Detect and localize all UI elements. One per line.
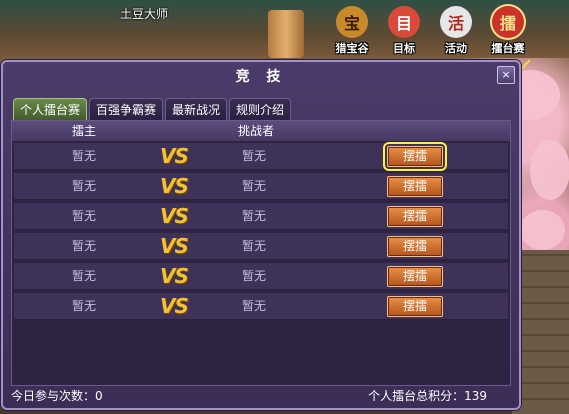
arena-button[interactable]: 擂 擂台赛 [484,4,532,56]
arena-icon: 擂 [492,6,524,38]
set-arena-button[interactable]: 摆擂 [387,206,443,227]
host-name: 暂无 [72,299,97,313]
close-button[interactable]: × [497,66,515,84]
vs-icon: VS [160,264,189,288]
vs-icon: VS [160,204,189,228]
vs-icon: VS [160,234,189,258]
challenger-name: 暂无 [242,299,267,313]
tab-rules[interactable]: 规则介绍 [229,98,292,121]
challenger-name: 暂无 [242,269,267,283]
dialog-title: 竞 技 [235,69,287,85]
set-arena-button[interactable]: 摆擂 [387,296,443,317]
player-name[interactable]: 土豆大师 [120,5,168,22]
daily-participation-count: 今日参与次数：0 [11,389,103,403]
cherry-blossom [530,140,569,200]
challenger-name: 暂无 [242,239,267,253]
target-button[interactable]: 目 目标 [380,4,428,56]
column-host: 擂主 [72,124,97,138]
set-arena-button[interactable]: 摆擂 [387,236,443,257]
challenger-name: 暂无 [242,179,267,193]
treasure-icon: 宝 [336,6,368,38]
host-name: 暂无 [72,239,97,253]
golden-pillar [268,10,304,58]
arena-total-score: 个人擂台总积分：139 [368,389,487,403]
arena-dialog: 竞 技 × 个人擂台赛 百强争霸赛 最新战况 规则介绍 擂主 挑战者 暂无 VS… [1,60,521,410]
treasure-valley-button[interactable]: 宝 猎宝谷 [328,4,376,56]
tab-latest-results[interactable]: 最新战况 [165,98,228,121]
table-header: 擂主 挑战者 [12,121,510,141]
column-challenger: 挑战者 [238,124,275,138]
top-icon-bar: 宝 猎宝谷 目 目标 活 活动 擂 擂台赛 [328,4,532,56]
arena-table: 擂主 挑战者 暂无 VS 暂无 摆擂 暂无 VS 暂无 摆擂 暂无 VS 暂无 … [11,120,511,386]
table-row: 暂无 VS 暂无 摆擂 [14,142,508,171]
table-row: 暂无 VS 暂无 摆擂 [14,263,508,290]
table-row: 暂无 VS 暂无 摆擂 [14,233,508,260]
set-arena-button[interactable]: 摆擂 [383,142,447,171]
cherry-blossom [520,210,565,250]
event-icon: 活 [440,6,472,38]
host-name: 暂无 [72,209,97,223]
challenger-name: 暂无 [242,209,267,223]
target-character-icon: 目 [388,6,420,38]
host-name: 暂无 [72,179,97,193]
tab-bar: 个人擂台赛 百强争霸赛 最新战况 规则介绍 [13,98,292,121]
set-arena-button[interactable]: 摆擂 [387,266,443,287]
tab-top100[interactable]: 百强争霸赛 [89,98,164,121]
host-name: 暂无 [72,269,97,283]
event-button[interactable]: 活 活动 [432,4,480,56]
vs-icon: VS [160,174,189,198]
challenger-name: 暂无 [242,149,267,163]
host-name: 暂无 [72,149,97,163]
table-row: 暂无 VS 暂无 摆擂 [14,293,508,320]
vs-icon: VS [160,294,189,318]
table-row: 暂无 VS 暂无 摆擂 [14,173,508,200]
tab-personal-arena[interactable]: 个人擂台赛 [13,98,88,121]
table-row: 暂无 VS 暂无 摆擂 [14,203,508,230]
vs-icon: VS [160,144,189,168]
set-arena-button[interactable]: 摆擂 [387,176,443,197]
